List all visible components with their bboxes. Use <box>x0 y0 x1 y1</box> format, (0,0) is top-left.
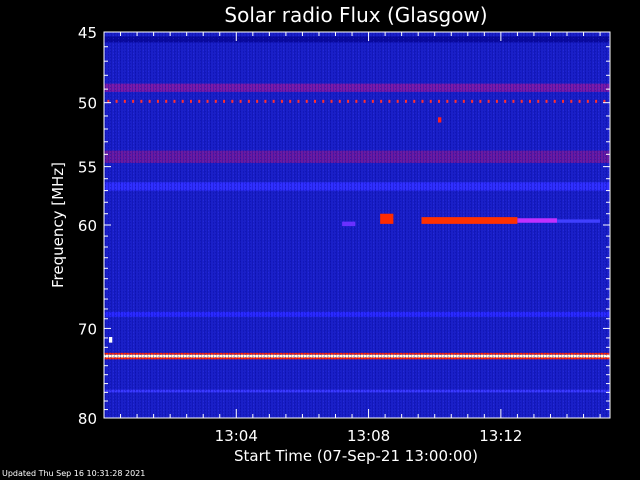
radio-burst <box>517 218 558 223</box>
updated-timestamp: Updated Thu Sep 16 10:31:28 2021 <box>2 469 146 478</box>
dotted-band-dot <box>371 99 374 103</box>
x-tick-label: 13:04 <box>215 427 258 445</box>
dotted-band-dot <box>479 99 482 103</box>
dotted-band-dot <box>338 99 341 103</box>
dotted-band-dot <box>198 99 201 103</box>
dotted-band-dot <box>446 99 449 103</box>
dotted-band-dot <box>413 99 416 103</box>
dotted-band-dot <box>487 99 490 103</box>
y-tick-label: 60 <box>78 217 97 235</box>
interference-texture <box>104 32 610 418</box>
y-tick-label: 45 <box>78 24 97 42</box>
dotted-band-dot <box>388 99 391 103</box>
dotted-band-dot <box>322 99 325 103</box>
dotted-band-dot <box>264 99 267 103</box>
dotted-band-dot <box>289 99 292 103</box>
dotted-band-dot <box>595 99 598 103</box>
dotted-band-dot <box>123 99 126 103</box>
dotted-band-dot <box>404 99 407 103</box>
dotted-band-dot <box>495 99 498 103</box>
dotted-band-dot <box>206 99 209 103</box>
x-tick-label: 13:12 <box>479 427 522 445</box>
dotted-band-dot <box>165 99 168 103</box>
dotted-band-dot <box>189 99 192 103</box>
radio-burst <box>421 217 518 224</box>
dotted-band-dot <box>247 99 250 103</box>
dotted-band-dot <box>132 99 135 103</box>
dotted-band-dot <box>256 99 259 103</box>
y-tick-label: 55 <box>78 159 97 177</box>
dotted-band-dot <box>504 99 507 103</box>
dotted-band-dot <box>330 99 333 103</box>
dotted-band-dot <box>305 99 308 103</box>
dotted-band-dot <box>396 99 399 103</box>
dotted-band-dot <box>280 99 283 103</box>
dotted-band-dot <box>438 99 441 103</box>
chart-title: Solar radio Flux (Glasgow) <box>224 3 487 27</box>
dotted-band-dot <box>545 99 548 103</box>
dotted-band-dot <box>578 99 581 103</box>
x-tick-label: 13:08 <box>347 427 390 445</box>
dotted-band-dot <box>115 99 118 103</box>
plot-area <box>104 32 610 418</box>
dotted-band-dot <box>562 99 565 103</box>
spectrogram-chart: Solar radio Flux (Glasgow) 455055607080 … <box>49 3 611 465</box>
dotted-band-dot <box>355 99 358 103</box>
dotted-band-dot <box>570 99 573 103</box>
radio-burst <box>557 219 601 223</box>
y-axis-label: Frequency [MHz] <box>49 162 67 288</box>
radio-burst <box>380 213 394 224</box>
dotted-band-dot <box>223 99 226 103</box>
dotted-band-dot <box>553 99 556 103</box>
dotted-band-dot <box>429 99 432 103</box>
dotted-band-dot <box>156 99 159 103</box>
dotted-band-dot <box>586 99 589 103</box>
dotted-band-dot <box>471 99 474 103</box>
x-axis-label: Start Time (07-Sep-21 13:00:00) <box>234 447 478 465</box>
radio-burst <box>438 117 442 123</box>
dotted-band-dot <box>380 99 383 103</box>
dotted-band-dot <box>347 99 350 103</box>
y-tick-label: 70 <box>78 320 97 338</box>
dotted-band-dot <box>181 99 184 103</box>
y-tick-label: 80 <box>78 410 97 428</box>
y-tick-label: 50 <box>78 95 97 113</box>
dotted-band-dot <box>520 99 523 103</box>
dotted-band-dot <box>214 99 217 103</box>
dotted-band-dot <box>231 99 234 103</box>
dotted-band-dot <box>421 99 424 103</box>
dotted-band-dot <box>454 99 457 103</box>
dotted-band-dot <box>239 99 242 103</box>
dotted-band-dot <box>462 99 465 103</box>
dotted-band <box>107 99 606 103</box>
dotted-band-dot <box>363 99 366 103</box>
dotted-band-dot <box>148 99 151 103</box>
dotted-band-dot <box>173 99 176 103</box>
dotted-band-dot <box>297 99 300 103</box>
dotted-band-dot <box>272 99 275 103</box>
dotted-band-dot <box>314 99 317 103</box>
radio-burst <box>342 221 356 227</box>
radio-burst <box>108 336 113 343</box>
dotted-band-dot <box>140 99 143 103</box>
dotted-band-dot <box>512 99 515 103</box>
dotted-band-dot <box>528 99 531 103</box>
dotted-band-dot <box>537 99 540 103</box>
